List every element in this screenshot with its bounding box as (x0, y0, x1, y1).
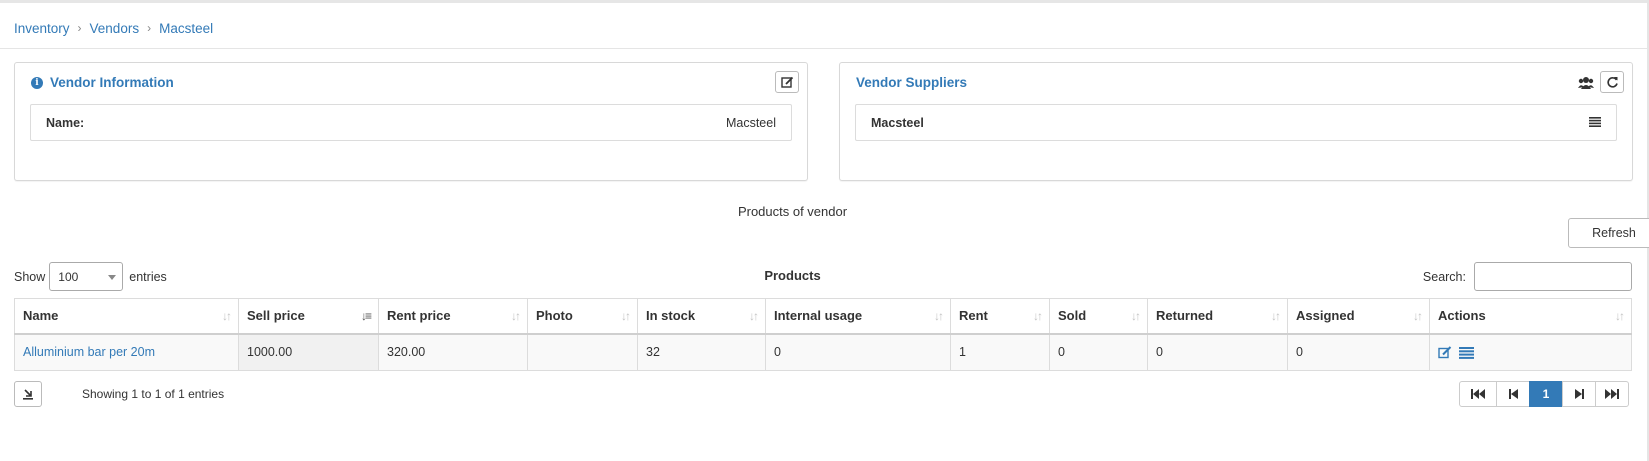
page-1-button[interactable]: 1 (1529, 381, 1563, 407)
export-icon (23, 389, 33, 400)
cell-assigned: 0 (1287, 333, 1430, 371)
breadcrumb-inventory[interactable]: Inventory (14, 21, 70, 36)
chevron-right-icon: › (77, 21, 82, 35)
column-header-rent-price[interactable]: Rent price ↓↑ (378, 298, 528, 335)
vendor-suppliers-panel: Vendor Suppliers Macsteel (839, 62, 1633, 181)
last-page-icon (1605, 389, 1619, 399)
search-input[interactable] (1474, 262, 1632, 291)
table-header-row: Name ↓↑ Sell price ↓≡ Rent price ↓↑ Photo ↓↑… (14, 298, 1632, 335)
info-icon: i (31, 76, 43, 89)
sort-icon: ↓↑ (222, 309, 232, 323)
vendor-information-title: Vendor Information (50, 75, 174, 90)
column-header-internal-usage[interactable]: Internal usage ↓↑ (765, 298, 951, 335)
last-page-button[interactable] (1595, 381, 1629, 407)
edit-vendor-button[interactable] (775, 71, 799, 93)
cell-in-stock: 32 (637, 333, 766, 371)
next-page-icon (1574, 389, 1584, 399)
first-page-button[interactable] (1459, 381, 1497, 407)
cell-returned: 0 (1147, 333, 1288, 371)
search-label: Search: (1422, 269, 1466, 284)
cell-rent-price: 320.00 (378, 333, 528, 371)
sort-desc-icon: ↓≡ (360, 309, 372, 323)
sort-icon: ↓↑ (1033, 309, 1043, 323)
product-name-link[interactable]: Alluminium bar per 20m (23, 345, 155, 359)
header-divider (0, 48, 1649, 49)
supplier-row: Macsteel (855, 104, 1617, 141)
cell-photo (527, 333, 638, 371)
breadcrumb: Inventory › Vendors › Macsteel (14, 18, 213, 38)
refresh-icon (1606, 76, 1618, 88)
vendor-information-heading: i Vendor Information (31, 75, 174, 90)
column-header-sell-price[interactable]: Sell price ↓≡ (238, 298, 379, 335)
users-icon[interactable] (1578, 76, 1594, 90)
chevron-right-icon: › (147, 21, 152, 35)
sort-icon: ↓↑ (1131, 309, 1141, 323)
vendor-suppliers-title: Vendor Suppliers (856, 75, 968, 90)
products-of-vendor-title: Products of vendor (737, 204, 848, 219)
vendor-name-label: Name: (46, 115, 85, 130)
search-control: Search: (1423, 262, 1632, 291)
cell-name: Alluminium bar per 20m (14, 333, 239, 371)
edit-product-icon[interactable] (1438, 346, 1452, 359)
breadcrumb-macsteel[interactable]: Macsteel (159, 21, 213, 36)
column-header-photo[interactable]: Photo ↓↑ (527, 298, 638, 335)
table-row: Alluminium bar per 20m 1000.00 320.00 32… (14, 333, 1632, 371)
next-page-button[interactable] (1562, 381, 1596, 407)
supplier-name: Macsteel (871, 115, 924, 130)
column-header-actions[interactable]: Actions ↓↑ (1429, 298, 1632, 335)
sort-icon: ↓↑ (934, 309, 944, 323)
breadcrumb-vendors[interactable]: Vendors (90, 21, 140, 36)
column-header-in-stock[interactable]: In stock ↓↑ (637, 298, 766, 335)
export-button[interactable] (14, 381, 42, 407)
cell-actions (1429, 333, 1632, 371)
refresh-button[interactable]: Refresh (1568, 218, 1649, 248)
cell-sell-price: 1000.00 (238, 333, 379, 371)
cell-internal-usage: 0 (765, 333, 951, 371)
sort-icon: ↓↑ (1615, 309, 1625, 323)
table-info-text: Showing 1 to 1 of 1 entries (82, 387, 225, 401)
column-header-assigned[interactable]: Assigned ↓↑ (1287, 298, 1430, 335)
column-header-rent[interactable]: Rent ↓↑ (950, 298, 1050, 335)
previous-page-button[interactable] (1496, 381, 1530, 407)
sort-icon: ↓↑ (1413, 309, 1423, 323)
previous-page-icon (1508, 389, 1518, 399)
sort-icon: ↓↑ (621, 309, 631, 323)
refresh-suppliers-button[interactable] (1600, 71, 1624, 93)
cell-sold: 0 (1049, 333, 1148, 371)
column-header-name[interactable]: Name ↓↑ (14, 298, 239, 335)
column-header-returned[interactable]: Returned ↓↑ (1147, 298, 1288, 335)
table-footer: Showing 1 to 1 of 1 entries (14, 381, 224, 407)
sort-icon: ↓↑ (511, 309, 521, 323)
products-caption: Products (764, 268, 821, 283)
products-table: Name ↓↑ Sell price ↓≡ Rent price ↓↑ Photo ↓↑… (14, 298, 1632, 371)
sort-icon: ↓↑ (749, 309, 759, 323)
pagination: 1 (1459, 381, 1629, 407)
vendor-information-panel: i Vendor Information Name: Macsteel (14, 62, 808, 181)
vendor-name-row: Name: Macsteel (30, 104, 792, 141)
vendor-name-value: Macsteel (725, 115, 776, 130)
top-border (0, 0, 1649, 3)
list-icon[interactable] (1589, 116, 1601, 130)
column-header-sold[interactable]: Sold ↓↑ (1049, 298, 1148, 335)
edit-icon (780, 76, 793, 88)
sort-icon: ↓↑ (1271, 309, 1281, 323)
first-page-icon (1471, 389, 1485, 399)
vendor-suppliers-heading: Vendor Suppliers (856, 75, 967, 90)
cell-rent: 1 (950, 333, 1050, 371)
details-list-icon[interactable] (1459, 346, 1475, 359)
